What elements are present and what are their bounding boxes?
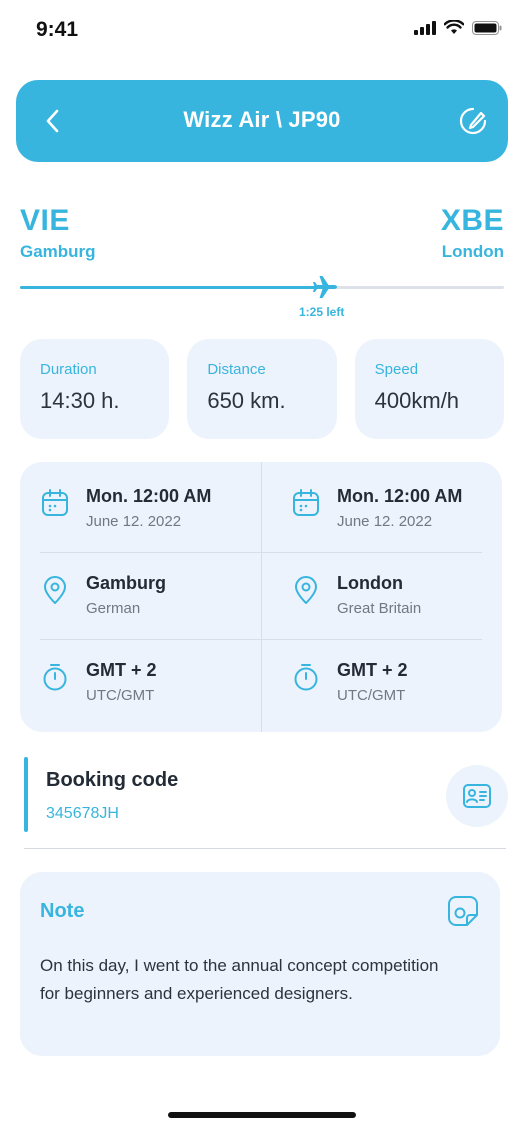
flight-progress-fill <box>20 286 325 289</box>
arrival-gmt: GMT + 2 <box>337 660 408 680</box>
arrival-timezone: GMT + 2 UTC/GMT <box>291 660 408 704</box>
arrival-datetime: Mon. 12:00 AM June 12. 2022 <box>291 486 462 530</box>
departure-code: VIE <box>20 204 70 237</box>
flight-header: Wizz Air \ JP90 <box>16 80 508 162</box>
departure-city: Gamburg <box>20 242 96 261</box>
signal-icon <box>414 20 436 35</box>
arrival-code: XBE <box>440 204 504 237</box>
calendar-icon <box>293 489 319 516</box>
departure-country: German <box>86 600 141 617</box>
stat-label: Distance <box>207 361 266 378</box>
note-icon[interactable] <box>446 894 480 928</box>
arrival-time: Mon. 12:00 AM <box>337 486 463 506</box>
location-pin-icon <box>44 576 66 604</box>
section-divider <box>24 848 506 849</box>
stat-label: Speed <box>374 361 419 378</box>
note-text: On this day, I went to the annual concep… <box>40 956 439 1003</box>
arrival-city-detail: London <box>337 573 403 593</box>
arrival-city: London <box>441 242 504 261</box>
status-bar: 9:41 <box>0 0 524 62</box>
distance-card: Distance 650 km. <box>187 339 337 439</box>
row-divider <box>40 639 482 640</box>
stopwatch-icon <box>294 664 318 691</box>
departure-city-detail: Gamburg <box>86 573 167 593</box>
stat-value: 400km/h <box>374 388 460 413</box>
stat-value: 14:30 h. <box>40 388 120 413</box>
note-title: Note <box>40 900 85 922</box>
flight-stats: Duration 14:30 h. Distance 650 km. Speed… <box>20 339 504 439</box>
departure-time: Mon. 12:00 AM <box>86 486 212 506</box>
stopwatch-icon <box>43 664 67 691</box>
flight-details-card: Mon. 12:00 AM June 12. 2022 Mon. 12:00 A… <box>20 462 502 732</box>
time-left-label: 1:25 left <box>299 305 345 319</box>
arrival-country: Great Britain <box>337 600 422 617</box>
booking-section: Booking code 345678JH <box>24 757 508 835</box>
edit-icon[interactable] <box>458 106 488 136</box>
arrival-location: London Great Britain <box>291 573 421 617</box>
departure-location: Gamburg German <box>40 573 166 617</box>
id-card-button[interactable] <box>446 765 508 827</box>
row-divider <box>40 552 482 553</box>
status-time: 9:41 <box>36 18 79 41</box>
arrival-date: June 12. 2022 <box>337 513 433 530</box>
departure-date: June 12. 2022 <box>86 513 182 530</box>
booking-code: 345678JH <box>46 805 119 822</box>
duration-card: Duration 14:30 h. <box>20 339 170 439</box>
status-icons <box>414 20 502 35</box>
speed-card: Speed 400km/h <box>354 339 504 439</box>
note-card: Note On this day, I went to the annual c… <box>20 872 500 1056</box>
route-progress: VIE Gamburg XBE London 1:25 left <box>20 200 504 330</box>
departure-datetime: Mon. 12:00 AM June 12. 2022 <box>40 486 211 530</box>
arrival-gmt-label: UTC/GMT <box>337 687 406 704</box>
stat-label: Duration <box>40 361 97 378</box>
booking-label: Booking code <box>46 769 179 791</box>
departure-gmt: GMT + 2 <box>86 660 157 680</box>
location-pin-icon <box>295 576 317 604</box>
booking-accent-bar <box>24 757 28 832</box>
departure-timezone: GMT + 2 UTC/GMT <box>40 660 157 704</box>
id-card-icon <box>463 784 491 808</box>
plane-icon <box>313 276 337 298</box>
departure-gmt-label: UTC/GMT <box>86 687 155 704</box>
column-divider <box>261 462 262 732</box>
page-title: Wizz Air \ JP90 <box>183 107 341 132</box>
flight-progress-track <box>20 286 504 289</box>
battery-icon <box>472 20 502 35</box>
calendar-icon <box>42 489 68 516</box>
home-indicator <box>168 1112 356 1118</box>
wifi-icon <box>444 20 464 34</box>
stat-value: 650 km. <box>207 388 286 413</box>
